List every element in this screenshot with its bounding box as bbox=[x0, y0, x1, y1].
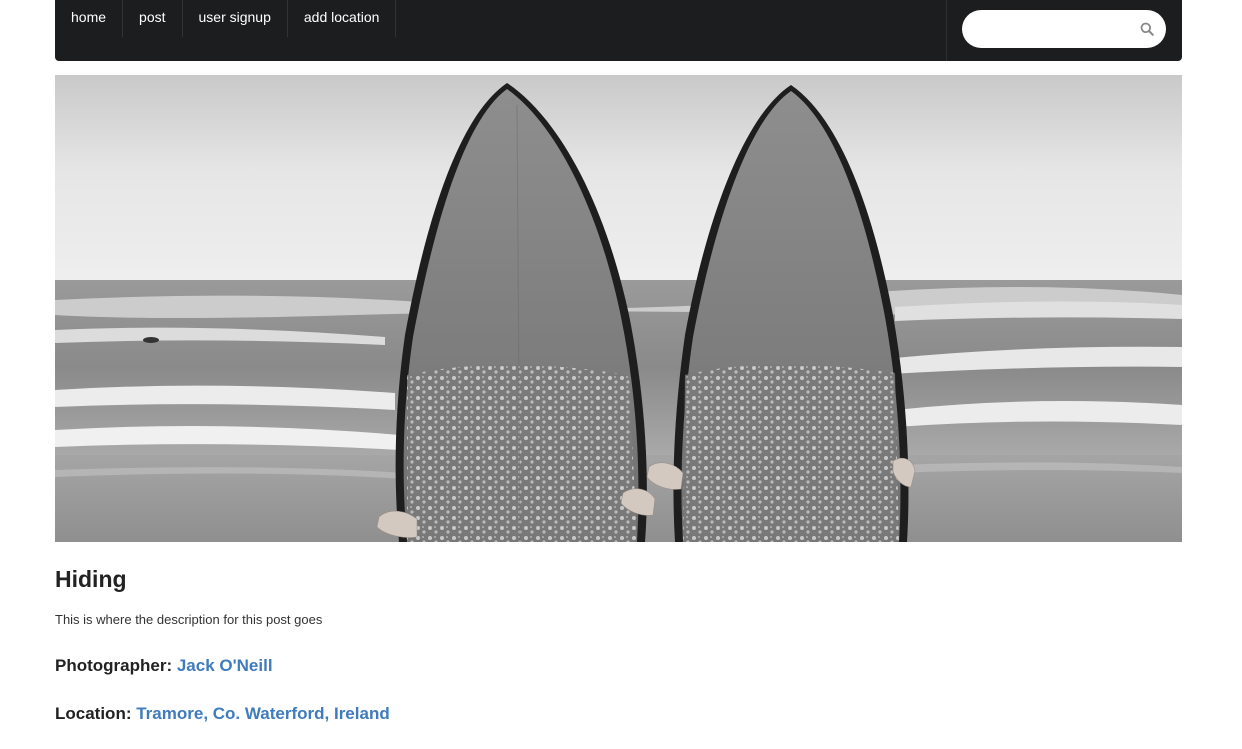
top-navbar: home post user signup add location bbox=[55, 0, 1182, 61]
post-description: This is where the description for this p… bbox=[55, 612, 323, 627]
photographer-line: Photographer: Jack O'Neill bbox=[55, 656, 273, 676]
nav-item-home[interactable]: home bbox=[55, 0, 124, 37]
nav-item-add-location[interactable]: add location bbox=[288, 0, 397, 37]
surfboards-photo bbox=[55, 75, 1182, 542]
nav-item-post[interactable]: post bbox=[123, 0, 183, 37]
search-icon[interactable] bbox=[1140, 22, 1154, 36]
location-line: Location: Tramore, Co. Waterford, Irelan… bbox=[55, 704, 390, 724]
page-container: home post user signup add location Hidin… bbox=[55, 0, 1182, 723]
hero-image bbox=[55, 75, 1182, 542]
nav-item-user-signup[interactable]: user signup bbox=[183, 0, 288, 37]
search-input[interactable] bbox=[976, 19, 1140, 41]
location-link[interactable]: Tramore, Co. Waterford, Ireland bbox=[136, 704, 389, 723]
search-box[interactable] bbox=[962, 10, 1166, 48]
photographer-label: Photographer: bbox=[55, 656, 173, 675]
nav-divider bbox=[946, 0, 947, 61]
photographer-link[interactable]: Jack O'Neill bbox=[177, 656, 273, 675]
location-label: Location: bbox=[55, 704, 132, 723]
post-title: Hiding bbox=[55, 566, 127, 592]
